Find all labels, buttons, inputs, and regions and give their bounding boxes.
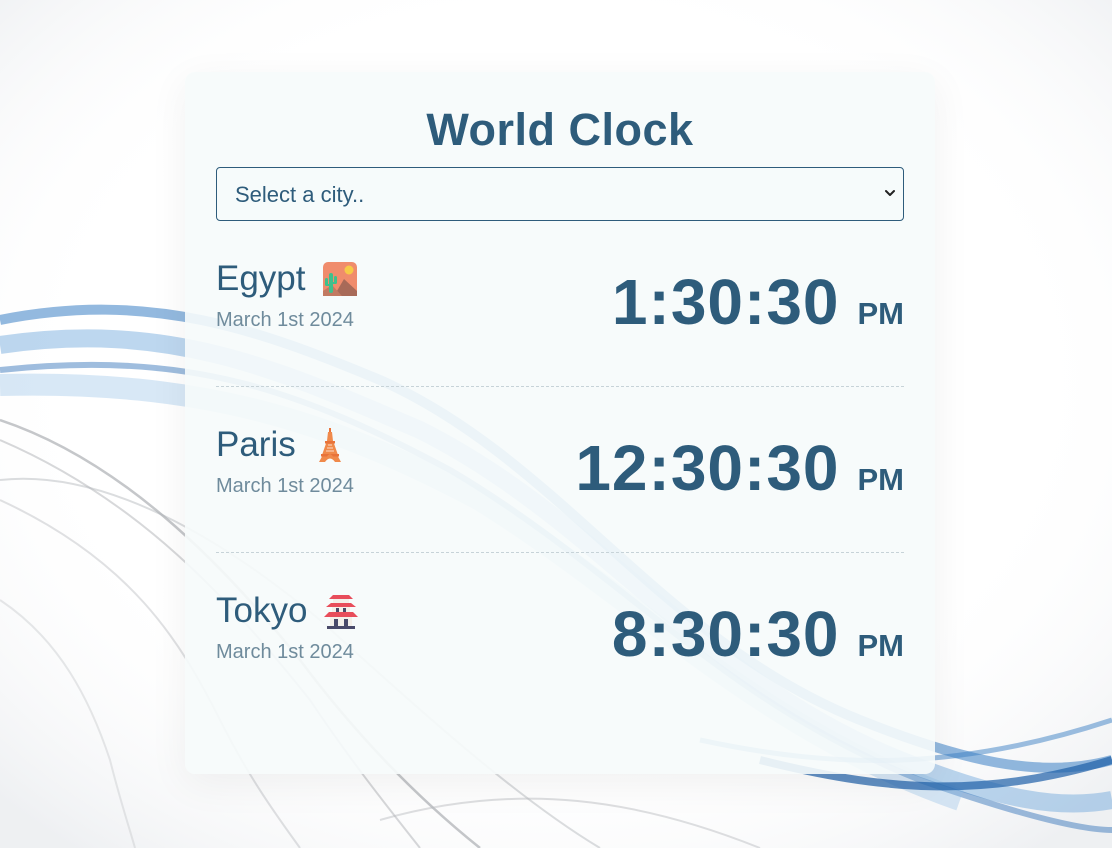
city-time: 12:30:30 PM <box>575 431 904 505</box>
time-period: PM <box>857 628 905 663</box>
city-date: March 1st 2024 <box>216 309 354 331</box>
city-select-value: Select a city.. <box>235 182 365 207</box>
time-period: PM <box>857 462 905 497</box>
city-row-paris: Paris March 1st 2024 12:30:30 PM <box>216 387 904 553</box>
city-date: March 1st 2024 <box>216 475 354 497</box>
time-value: 8:30:30 <box>611 598 840 670</box>
city-row-tokyo: Tokyo March 1st 2024 8:30:30 PM <box>216 553 904 719</box>
city-name: Paris <box>216 425 296 464</box>
page-title: World Clock <box>426 104 694 155</box>
time-value: 1:30:30 <box>611 266 840 338</box>
desert-icon <box>322 262 357 296</box>
eiffel-tower-icon <box>318 428 341 462</box>
city-time: 8:30:30 PM <box>612 597 904 671</box>
city-date: March 1st 2024 <box>216 641 354 663</box>
city-time: 1:30:30 PM <box>612 265 904 339</box>
time-period: PM <box>857 296 905 331</box>
time-value: 12:30:30 <box>575 432 840 504</box>
city-name: Tokyo <box>216 591 308 630</box>
world-clock-card: World Clock Select a city.. Egypt March … <box>185 72 935 774</box>
chevron-down-icon <box>885 190 895 196</box>
city-row-egypt: Egypt March 1st 2024 1:30:30 PM <box>216 221 904 387</box>
city-select[interactable]: Select a city.. <box>216 167 904 221</box>
pagoda-icon <box>324 595 359 629</box>
city-name: Egypt <box>216 259 306 298</box>
